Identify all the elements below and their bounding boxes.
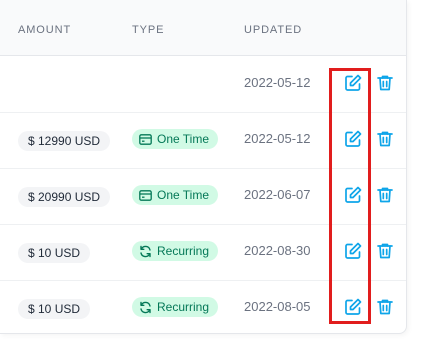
- trash-icon: [377, 243, 393, 259]
- card-icon: [139, 133, 152, 145]
- edit-button[interactable]: [343, 129, 363, 149]
- type-badge: One Time: [132, 185, 219, 205]
- delete-button[interactable]: [375, 297, 395, 317]
- table-row: $ 12990 USD One Time 2022-05-12: [0, 112, 406, 169]
- type-label: One Time: [157, 188, 210, 202]
- delete-button[interactable]: [375, 241, 395, 261]
- edit-button[interactable]: [343, 241, 363, 261]
- updated-date: 2022-08-05: [244, 299, 311, 314]
- refresh-icon: [140, 301, 151, 313]
- amount-badge: $ 10 USD: [18, 299, 91, 319]
- edit-icon: [345, 130, 362, 147]
- updated-date: 2022-08-30: [244, 243, 311, 258]
- delete-button[interactable]: [375, 129, 395, 149]
- trash-icon: [377, 131, 393, 147]
- type-label: Recurring: [157, 300, 210, 314]
- trash-icon: [377, 187, 393, 203]
- updated-date: 2022-05-12: [244, 131, 311, 146]
- refresh-icon: [140, 245, 151, 257]
- updated-date: 2022-05-12: [244, 75, 311, 90]
- delete-button[interactable]: [375, 185, 395, 205]
- edit-button[interactable]: [343, 73, 363, 93]
- table-row: 2022-05-12: [0, 56, 406, 113]
- amount-badge: $ 12990 USD: [18, 131, 111, 151]
- table-row: $ 20990 USD One Time 2022-06-07: [0, 168, 406, 225]
- table-header: AMOUNT TYPE UPDATED: [0, 0, 406, 56]
- column-header-updated: UPDATED: [244, 24, 303, 36]
- type-badge: One Time: [132, 129, 219, 149]
- edit-icon: [345, 74, 362, 91]
- updated-date: 2022-06-07: [244, 187, 311, 202]
- card-icon: [139, 189, 152, 201]
- table-row: $ 10 USD Recurring 2022-08-05: [0, 280, 406, 333]
- type-label: Recurring: [157, 244, 210, 258]
- type-label: One Time: [157, 132, 210, 146]
- amount-badge: $ 10 USD: [18, 243, 91, 263]
- edit-icon: [345, 242, 362, 259]
- trash-icon: [377, 299, 393, 315]
- edit-button[interactable]: [343, 297, 363, 317]
- table-row: $ 10 USD Recurring 2022-08-30: [0, 224, 406, 281]
- amount-badge: $ 20990 USD: [18, 187, 111, 207]
- delete-button[interactable]: [375, 73, 395, 93]
- column-header-amount: AMOUNT: [18, 24, 72, 36]
- trash-icon: [377, 75, 393, 91]
- type-badge: Recurring: [132, 241, 219, 261]
- column-header-type: TYPE: [132, 24, 165, 36]
- edit-icon: [345, 186, 362, 203]
- type-badge: Recurring: [132, 297, 219, 317]
- edit-icon: [345, 298, 362, 315]
- edit-button[interactable]: [343, 185, 363, 205]
- transactions-table: AMOUNT TYPE UPDATED 2022-05-12 $ 12990 U…: [0, 0, 407, 334]
